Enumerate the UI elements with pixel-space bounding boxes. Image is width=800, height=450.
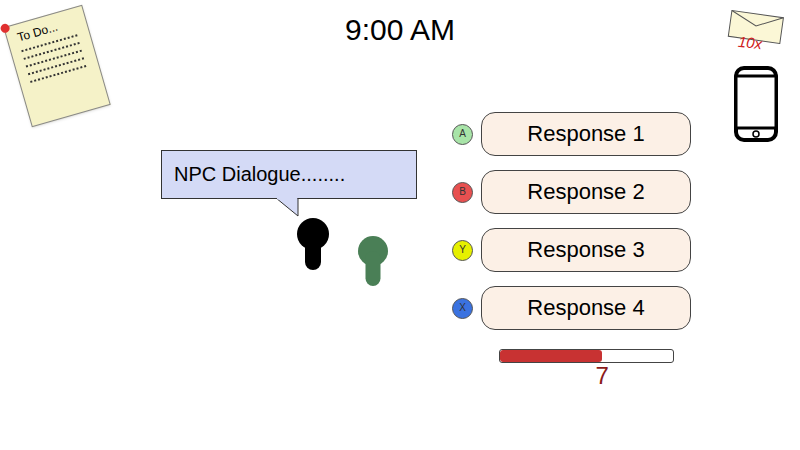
- meter-value: 7: [596, 363, 609, 389]
- response-list: A Response 1 B Response 2 Y Response 3 X Respon…: [452, 112, 691, 330]
- response-row[interactable]: B Response 2: [452, 170, 691, 214]
- response-label: Response 4: [527, 295, 644, 321]
- speech-bubble: NPC Dialogue........: [161, 150, 417, 199]
- response-row[interactable]: X Response 4: [452, 286, 691, 330]
- response-label: Response 2: [527, 179, 644, 205]
- npc-character-icon: [297, 218, 329, 270]
- todo-line: [30, 65, 86, 83]
- meter-value-row: 7: [499, 363, 674, 389]
- todo-line: [23, 42, 79, 60]
- button-letter: A: [459, 129, 466, 139]
- response-row[interactable]: Y Response 3: [452, 228, 691, 272]
- meter-fill: [500, 350, 602, 362]
- button-letter: X: [459, 303, 466, 313]
- response-button[interactable]: Response 3: [481, 228, 691, 272]
- controller-button: X: [452, 298, 473, 319]
- mail-count: 10x: [737, 33, 763, 52]
- todo-title: To Do...: [16, 14, 78, 44]
- todo-line: [28, 57, 84, 75]
- button-letter: Y: [459, 245, 466, 255]
- pin-icon: [0, 23, 11, 34]
- todo-line: [26, 50, 82, 68]
- response-row[interactable]: A Response 1: [452, 112, 691, 156]
- meter: 7: [499, 349, 674, 389]
- phone-icon[interactable]: [734, 66, 778, 142]
- controller-button: Y: [452, 240, 473, 261]
- mail[interactable]: 10x: [726, 8, 786, 54]
- meter-track: [499, 349, 674, 363]
- button-letter: B: [459, 187, 466, 197]
- response-button[interactable]: Response 2: [481, 170, 691, 214]
- clock: 9:00 AM: [0, 12, 800, 48]
- hud: 10x: [724, 8, 788, 142]
- response-label: Response 3: [527, 237, 644, 263]
- todo-note[interactable]: To Do...: [3, 5, 110, 128]
- npc-dialogue: NPC Dialogue........: [174, 163, 345, 185]
- response-button[interactable]: Response 4: [481, 286, 691, 330]
- response-button[interactable]: Response 1: [481, 112, 691, 156]
- controller-button: B: [452, 182, 473, 203]
- bubble-tail-icon: [276, 198, 300, 218]
- player-character-icon: [358, 236, 388, 286]
- controller-button: A: [452, 124, 473, 145]
- response-label: Response 1: [527, 121, 644, 147]
